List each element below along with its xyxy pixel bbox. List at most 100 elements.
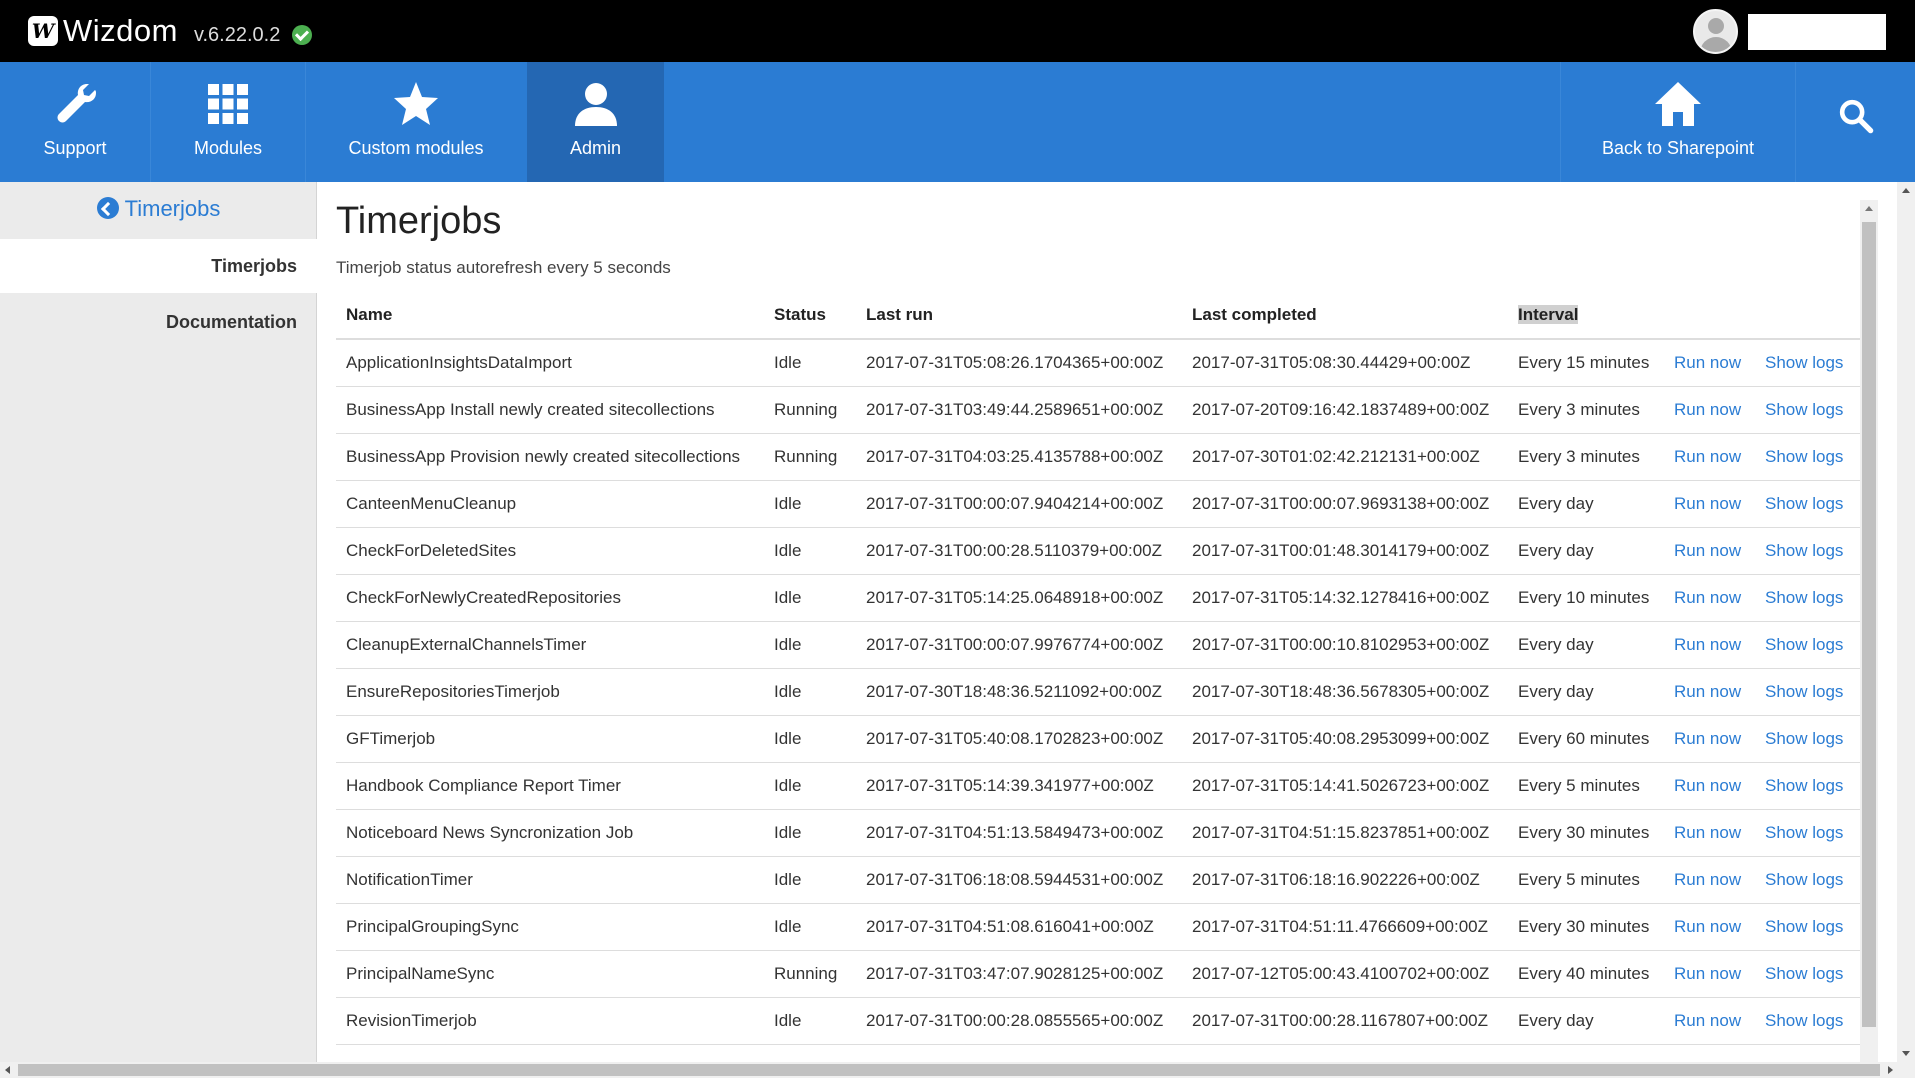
job-last-completed: 2017-07-30T18:48:36.5678305+00:00Z	[1182, 668, 1508, 716]
job-last-run: 2017-07-31T00:00:28.5110379+00:00Z	[856, 527, 1182, 575]
show-logs-link[interactable]: Show logs	[1755, 574, 1860, 622]
job-status: Idle	[764, 809, 856, 857]
scrollbar-thumb[interactable]	[1862, 222, 1876, 1027]
scroll-up-arrow-icon[interactable]	[1902, 188, 1910, 193]
avatar[interactable]	[1693, 9, 1738, 54]
job-status: Running	[764, 433, 856, 481]
show-logs-link[interactable]: Show logs	[1755, 668, 1860, 716]
run-now-link[interactable]: Run now	[1664, 527, 1755, 575]
grid-icon	[208, 84, 248, 124]
job-status: Idle	[764, 903, 856, 951]
column-header-last-run[interactable]: Last run	[856, 292, 1182, 340]
run-now-link[interactable]: Run now	[1664, 339, 1755, 387]
run-now-link[interactable]: Run now	[1664, 762, 1755, 810]
show-logs-link[interactable]: Show logs	[1755, 997, 1860, 1045]
show-logs-link[interactable]: Show logs	[1755, 809, 1860, 857]
show-logs-link[interactable]: Show logs	[1755, 621, 1860, 669]
show-logs-link[interactable]: Show logs	[1755, 433, 1860, 481]
job-last-run: 2017-07-31T00:00:07.9404214+00:00Z	[856, 480, 1182, 528]
nav-modules[interactable]: Modules	[151, 62, 305, 182]
wrench-icon	[57, 84, 96, 123]
run-now-link[interactable]: Run now	[1664, 950, 1755, 998]
run-now-link[interactable]: Run now	[1664, 809, 1755, 857]
job-interval: Every day	[1508, 668, 1664, 716]
job-last-completed: 2017-07-31T00:00:07.9693138+00:00Z	[1182, 480, 1508, 528]
job-name: CanteenMenuCleanup	[336, 480, 764, 528]
table-row: PrincipalNameSync Running 2017-07-31T03:47…	[336, 950, 1860, 998]
page-title: Timerjobs	[336, 200, 502, 242]
run-now-link[interactable]: Run now	[1664, 715, 1755, 763]
run-now-link[interactable]: Run now	[1664, 574, 1755, 622]
job-last-completed: 2017-07-31T05:40:08.2953099+00:00Z	[1182, 715, 1508, 763]
sidebar-item-timerjobs[interactable]: Timerjobs	[0, 239, 317, 293]
content-scrollbar[interactable]	[1860, 200, 1878, 1062]
job-name: RevisionTimerjob	[336, 997, 764, 1045]
job-status: Running	[764, 386, 856, 434]
job-interval: Every day	[1508, 480, 1664, 528]
nav-custom-modules[interactable]: Custom modules	[306, 62, 526, 182]
job-interval: Every 3 minutes	[1508, 386, 1664, 434]
job-last-completed: 2017-07-31T05:14:32.1278416+00:00Z	[1182, 574, 1508, 622]
show-logs-link[interactable]: Show logs	[1755, 339, 1860, 387]
horizontal-scrollbar[interactable]	[0, 1062, 1915, 1078]
run-now-link[interactable]: Run now	[1664, 668, 1755, 716]
nav-back-to-sharepoint[interactable]: Back to Sharepoint	[1561, 62, 1795, 182]
show-logs-link[interactable]: Show logs	[1755, 903, 1860, 951]
table-row: CanteenMenuCleanup Idle 2017-07-31T00:00:0…	[336, 480, 1860, 528]
job-interval: Every 3 minutes	[1508, 433, 1664, 481]
run-now-link[interactable]: Run now	[1664, 856, 1755, 904]
show-logs-link[interactable]: Show logs	[1755, 527, 1860, 575]
show-logs-link[interactable]: Show logs	[1755, 715, 1860, 763]
show-logs-link[interactable]: Show logs	[1755, 762, 1860, 810]
column-header-last-completed[interactable]: Last completed	[1182, 292, 1508, 340]
page-subtitle: Timerjob status autorefresh every 5 seco…	[336, 258, 671, 277]
show-logs-link[interactable]: Show logs	[1755, 480, 1860, 528]
version-label: v.6.22.0.2	[193, 23, 281, 46]
nav-support[interactable]: Support	[0, 62, 150, 182]
nav-admin[interactable]: Admin	[527, 62, 664, 182]
job-status: Idle	[764, 339, 856, 387]
scroll-down-arrow-icon[interactable]	[1902, 1051, 1910, 1056]
run-now-link[interactable]: Run now	[1664, 621, 1755, 669]
run-now-link[interactable]: Run now	[1664, 386, 1755, 434]
run-now-link[interactable]: Run now	[1664, 480, 1755, 528]
table-row: CheckForDeletedSites Idle 2017-07-31T00:00…	[336, 527, 1860, 575]
nav-support-label: Support	[43, 138, 107, 158]
star-icon	[394, 82, 438, 125]
page-scrollbar[interactable]	[1897, 182, 1915, 1062]
column-header-status[interactable]: Status	[764, 292, 856, 340]
scroll-left-arrow-icon[interactable]	[5, 1066, 10, 1074]
job-interval: Every day	[1508, 997, 1664, 1045]
job-interval: Every day	[1508, 527, 1664, 575]
column-header-name[interactable]: Name	[336, 292, 764, 340]
table-row: PrincipalGroupingSync Idle 2017-07-31T04:5…	[336, 903, 1860, 951]
horizontal-scrollbar-thumb[interactable]	[18, 1064, 1880, 1076]
run-now-link[interactable]: Run now	[1664, 997, 1755, 1045]
show-logs-link[interactable]: Show logs	[1755, 386, 1860, 434]
job-interval: Every 10 minutes	[1508, 574, 1664, 622]
user-name-box[interactable]	[1748, 14, 1886, 50]
column-header-interval[interactable]: Interval	[1508, 292, 1664, 340]
show-logs-link[interactable]: Show logs	[1755, 950, 1860, 998]
show-logs-link[interactable]: Show logs	[1755, 856, 1860, 904]
job-status: Idle	[764, 715, 856, 763]
job-last-run: 2017-07-31T04:51:13.5849473+00:00Z	[856, 809, 1182, 857]
table-row: EnsureRepositoriesTimerjob Idle 2017-07-30…	[336, 668, 1860, 716]
job-name: BusinessApp Provision newly created site…	[336, 433, 764, 481]
scroll-right-arrow-icon[interactable]	[1888, 1066, 1893, 1074]
job-last-run: 2017-07-31T05:14:25.0648918+00:00Z	[856, 574, 1182, 622]
scroll-up-arrow-icon[interactable]	[1865, 206, 1873, 211]
search-button[interactable]	[1796, 62, 1915, 182]
run-now-link[interactable]: Run now	[1664, 903, 1755, 951]
run-now-link[interactable]: Run now	[1664, 433, 1755, 481]
job-name: CleanupExternalChannelsTimer	[336, 621, 764, 669]
job-name: Noticeboard News Syncronization Job	[336, 809, 764, 857]
sidebar-item-documentation[interactable]: Documentation	[0, 295, 317, 349]
app-logo[interactable]: W Wizdom v.6.22.0.2	[28, 13, 313, 49]
check-circle-icon	[292, 25, 313, 45]
sidebar-back-link[interactable]: Timerjobs	[0, 196, 317, 222]
home-icon	[1655, 82, 1701, 126]
logo-text: Wizdom	[63, 13, 178, 48]
job-name: PrincipalNameSync	[336, 950, 764, 998]
job-name: ApplicationInsightsDataImport	[336, 339, 764, 387]
